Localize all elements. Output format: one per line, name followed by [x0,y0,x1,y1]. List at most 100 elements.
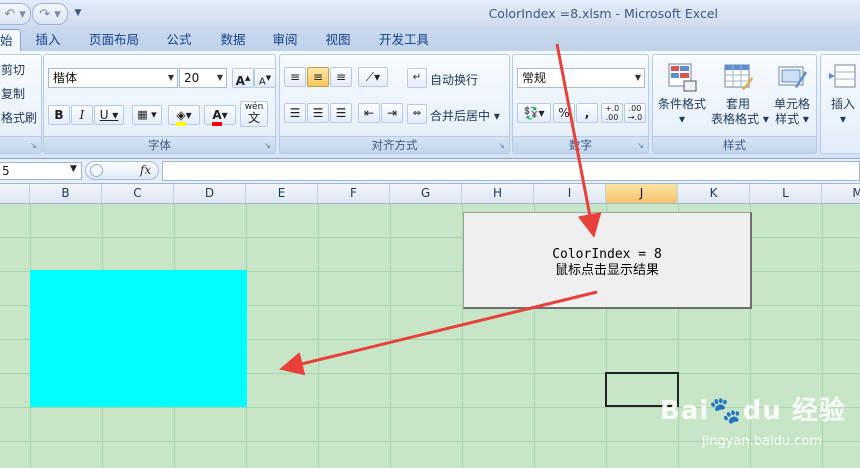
column-header-e[interactable]: E [246,184,318,203]
tab-developer[interactable]: 开发工具 [372,29,436,51]
styles-group-label: 样式 [653,136,816,153]
border-icon[interactable]: ▦ ▾ [132,105,162,125]
conditional-format-icon [666,61,698,93]
cell-styles-button[interactable]: 单元格 样式 ▾ [767,61,817,127]
baidu-url: jingyan.baidu.com [702,434,822,449]
increase-decimal-icon[interactable]: +.0 .00 [601,103,623,123]
tab-review[interactable]: 审阅 [264,29,306,51]
align-top-icon[interactable]: ≡ [284,67,306,87]
baidu-logo: Bai🐾du 经验 [660,396,846,426]
align-middle-icon[interactable]: ≡ [307,67,329,87]
column-header-c[interactable]: C [102,184,174,203]
format-painter-button[interactable]: 格式刷 [1,109,37,126]
number-group-label: 数字 [513,136,648,153]
merge-center-button[interactable]: 合并后居中 ▾ [430,107,500,124]
column-header-partial[interactable] [0,184,30,203]
wrap-text-icon: ↵ [407,68,427,88]
font-color-icon[interactable]: A▾ [204,105,236,126]
command-button-line2: 鼠标点击显示结果 [554,263,659,278]
conditional-format-button[interactable]: 条件格式 ▾ [655,61,709,127]
tab-view[interactable]: 视图 [317,29,359,51]
column-header-m[interactable]: M [822,184,860,203]
decrease-font-icon[interactable]: A▼ [254,68,276,88]
italic-icon[interactable]: I [71,105,93,125]
column-header-d[interactable]: D [174,184,246,203]
percent-icon[interactable]: % [553,103,575,123]
merge-center-icon: ⇔ [407,104,427,124]
tab-home[interactable]: 始 [0,29,21,52]
column-header-f[interactable]: F [318,184,390,203]
customize-qat-icon[interactable]: ▼ [72,3,84,23]
column-header-b[interactable]: B [30,184,102,203]
decrease-indent-icon[interactable]: ⇤ [358,103,380,123]
expand-handle-icon[interactable] [90,164,103,177]
bold-icon[interactable]: B [48,105,70,125]
styles-group: 条件格式 ▾ 套用 表格格式 ▾ 单元格 样式 ▾ 样式 [652,54,817,154]
cell-styles-icon [776,61,808,93]
cells-group: 插入 ▾ [820,54,860,154]
tab-data[interactable]: 数据 [212,29,254,51]
clipboard-group: 剪切 复制 格式刷 ↘ [0,54,42,154]
tab-insert[interactable]: 插入 [28,29,68,51]
wrap-text-button[interactable]: 自动换行 [430,71,478,88]
format-as-table-button[interactable]: 套用 表格格式 ▾ [711,61,769,127]
number-format-select[interactable]: 常规 ▼ [517,68,645,88]
ribbon: 剪切 复制 格式刷 ↘ 楷体 ▼ 20 ▼ A▲ A▼ B I U ▾ ▦ ▾ ◈▾… [0,51,860,159]
ribbon-tabs: 始 插入 页面布局 公式 数据 审阅 视图 开发工具 [0,27,860,52]
column-header-g[interactable]: G [390,184,462,203]
window-title: ColorIndex =8.xlsm - Microsoft Excel [488,6,718,21]
clipboard-launcher-icon[interactable]: ↘ [29,141,38,150]
column-header-l[interactable]: L [750,184,822,203]
cut-button[interactable]: 剪切 [1,61,25,78]
redo-icon[interactable]: ↷ ▾ [32,3,68,25]
chevron-down-icon: ▼ [216,73,223,82]
fill-color-icon[interactable]: ◈▾ [168,105,200,126]
font-launcher-icon[interactable]: ↘ [263,141,272,150]
table-format-icon [722,61,754,93]
insert-cells-button[interactable]: 插入 ▾ [823,61,860,127]
insert-function-button[interactable]: fx [140,163,151,177]
column-header-k[interactable]: K [678,184,750,203]
number-group: 常规 ▼ 💱▾ % , +.0 .00 .00 →.0 数字 ↘ [512,54,649,154]
tab-formulas[interactable]: 公式 [158,29,200,51]
chevron-down-icon[interactable]: ▼ [70,164,77,174]
font-group: 楷体 ▼ 20 ▼ A▲ A▼ B I U ▾ ▦ ▾ ◈▾ A▾ wén 文 字体 … [43,54,276,154]
align-bottom-icon[interactable]: ≡ [330,67,352,87]
increase-indent-icon[interactable]: ⇥ [381,103,403,123]
column-header-i[interactable]: I [534,184,606,203]
font-name-select[interactable]: 楷体 ▼ [48,68,178,88]
column-header-h[interactable]: H [462,184,534,203]
align-center-icon[interactable]: ☰ [307,103,329,123]
column-headers: B C D E F G H I J K L M [0,184,860,204]
baidu-watermark: Bai🐾du 经验 jingyan.baidu.com [660,390,860,468]
comma-icon[interactable]: , [576,103,598,123]
number-launcher-icon[interactable]: ↘ [636,141,645,150]
align-right-icon[interactable]: ☰ [330,103,352,123]
command-button-line1: ColorIndex = 8 [552,247,662,262]
undo-icon[interactable]: ↶ ▾ [0,3,31,25]
formula-input[interactable] [162,161,860,181]
cyan-filled-range[interactable] [30,270,247,407]
alignment-group-label: 对齐方式 [280,136,509,153]
formula-tools: fx [85,161,159,180]
chevron-down-icon: ▼ [167,73,174,82]
font-size-select[interactable]: 20 ▼ [179,68,227,88]
title-bar: ↶ ▾ ↷ ▾ ▼ ColorIndex =8.xlsm - Microsoft… [0,0,860,27]
chevron-down-icon: ▼ [634,73,641,82]
alignment-group: ≡ ≡ ≡ ⟋▾ ↵ 自动换行 ☰ ☰ ☰ ⇤ ⇥ ⇔ 合并后居中 ▾ 对齐方式… [279,54,510,154]
alignment-launcher-icon[interactable]: ↘ [497,141,506,150]
underline-icon[interactable]: U ▾ [94,105,124,125]
orientation-icon[interactable]: ⟋▾ [358,67,388,87]
copy-button[interactable]: 复制 [1,85,25,102]
formula-bar: 5 ▼ fx [0,159,860,184]
currency-icon[interactable]: 💱▾ [517,103,551,123]
column-header-j[interactable]: J [606,184,678,203]
tab-page-layout[interactable]: 页面布局 [82,29,146,51]
decrease-decimal-icon[interactable]: .00 →.0 [624,103,646,123]
align-left-icon[interactable]: ☰ [284,103,306,123]
insert-cells-icon [827,61,859,93]
colorindex-command-button[interactable]: ColorIndex = 8 鼠标点击显示结果 [463,212,752,309]
phonetic-icon[interactable]: wén 文 [240,101,268,127]
font-group-label: 字体 [44,136,275,153]
increase-font-icon[interactable]: A▲ [232,68,254,88]
